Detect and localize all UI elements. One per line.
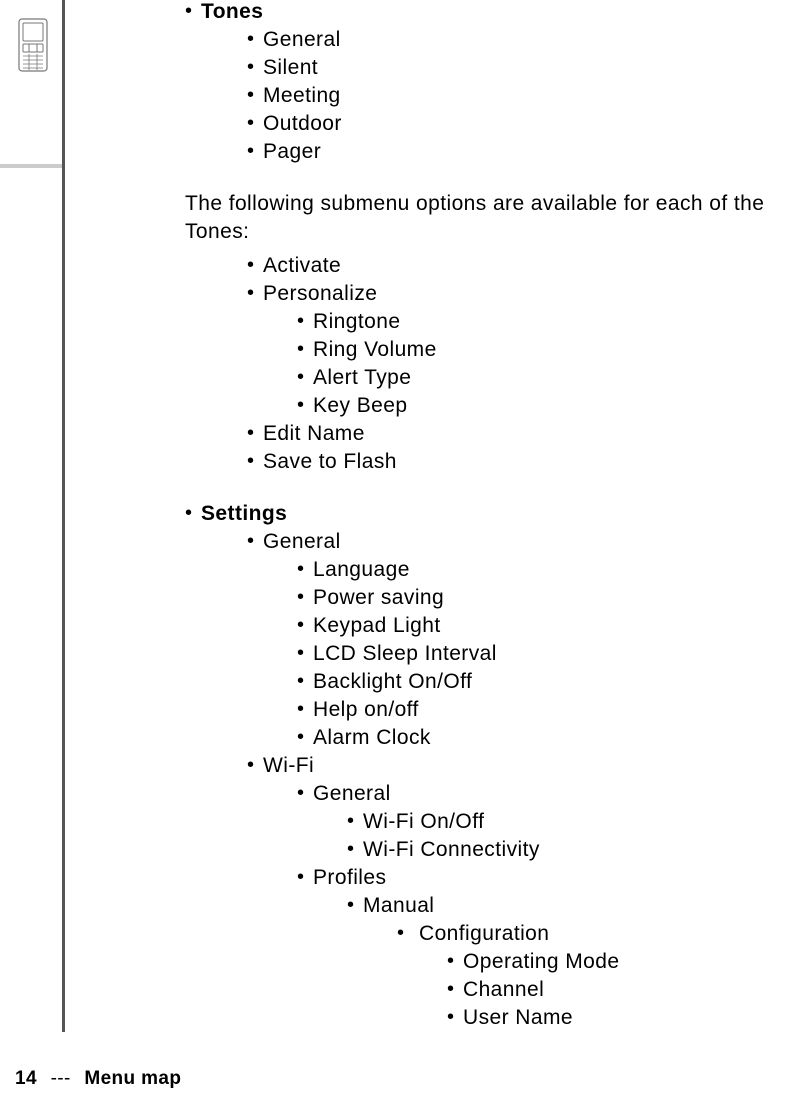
tones-note: The following submenu options are availa… xyxy=(185,190,779,246)
menu-tones: Tones xyxy=(185,0,779,26)
list-item: General xyxy=(247,528,779,556)
list-item: General xyxy=(247,26,779,54)
list-item: LCD Sleep Interval xyxy=(297,640,779,668)
list-item: Keypad Light xyxy=(297,612,779,640)
menu-tones-label: Tones xyxy=(201,0,779,26)
page-number: 14 xyxy=(15,1068,37,1089)
list-item: Silent xyxy=(247,54,779,82)
list-item: Ring Volume xyxy=(297,336,779,364)
list-item: Wi-Fi xyxy=(247,752,779,780)
list-item: Wi-Fi On/Off xyxy=(347,808,779,836)
list-item: Edit Name xyxy=(247,420,779,448)
footer-title: Menu map xyxy=(84,1068,181,1089)
menu-settings: Settings xyxy=(185,500,779,528)
list-item: Configuration xyxy=(397,920,779,948)
list-item: Personalize xyxy=(247,280,779,308)
list-item: Operating Mode xyxy=(447,948,779,976)
list-item: Help on/off xyxy=(297,696,779,724)
content: Tones General Silent Meeting Outdoor Pag… xyxy=(185,0,779,1032)
list-item: Outdoor xyxy=(247,110,779,138)
side-rule xyxy=(62,0,65,1032)
list-item: Activate xyxy=(247,252,779,280)
footer-sep: --- xyxy=(51,1068,71,1089)
list-item: Channel xyxy=(447,976,779,1004)
list-item: Power saving xyxy=(297,584,779,612)
list-item: Backlight On/Off xyxy=(297,668,779,696)
list-item: Alarm Clock xyxy=(297,724,779,752)
list-item: Ringtone xyxy=(297,308,779,336)
list-item: Key Beep xyxy=(297,392,779,420)
spacer xyxy=(185,476,779,500)
menu-settings-label: Settings xyxy=(201,500,779,528)
list-item: Alert Type xyxy=(297,364,779,392)
list-item: Meeting xyxy=(247,82,779,110)
list-item: Pager xyxy=(247,138,779,166)
list-item: Manual xyxy=(347,892,779,920)
list-item: Wi-Fi Connectivity xyxy=(347,836,779,864)
list-item: General xyxy=(297,780,779,808)
list-item: Profiles xyxy=(297,864,779,892)
phone-icon xyxy=(15,18,51,72)
list-item: User Name xyxy=(447,1004,779,1032)
sidebar xyxy=(0,0,70,1044)
list-item: Save to Flash xyxy=(247,448,779,476)
page-footer: 14 --- Menu map xyxy=(15,1068,181,1090)
list-item: Language xyxy=(297,556,779,584)
side-tick xyxy=(0,164,62,168)
page: Tones General Silent Meeting Outdoor Pag… xyxy=(0,0,789,1112)
